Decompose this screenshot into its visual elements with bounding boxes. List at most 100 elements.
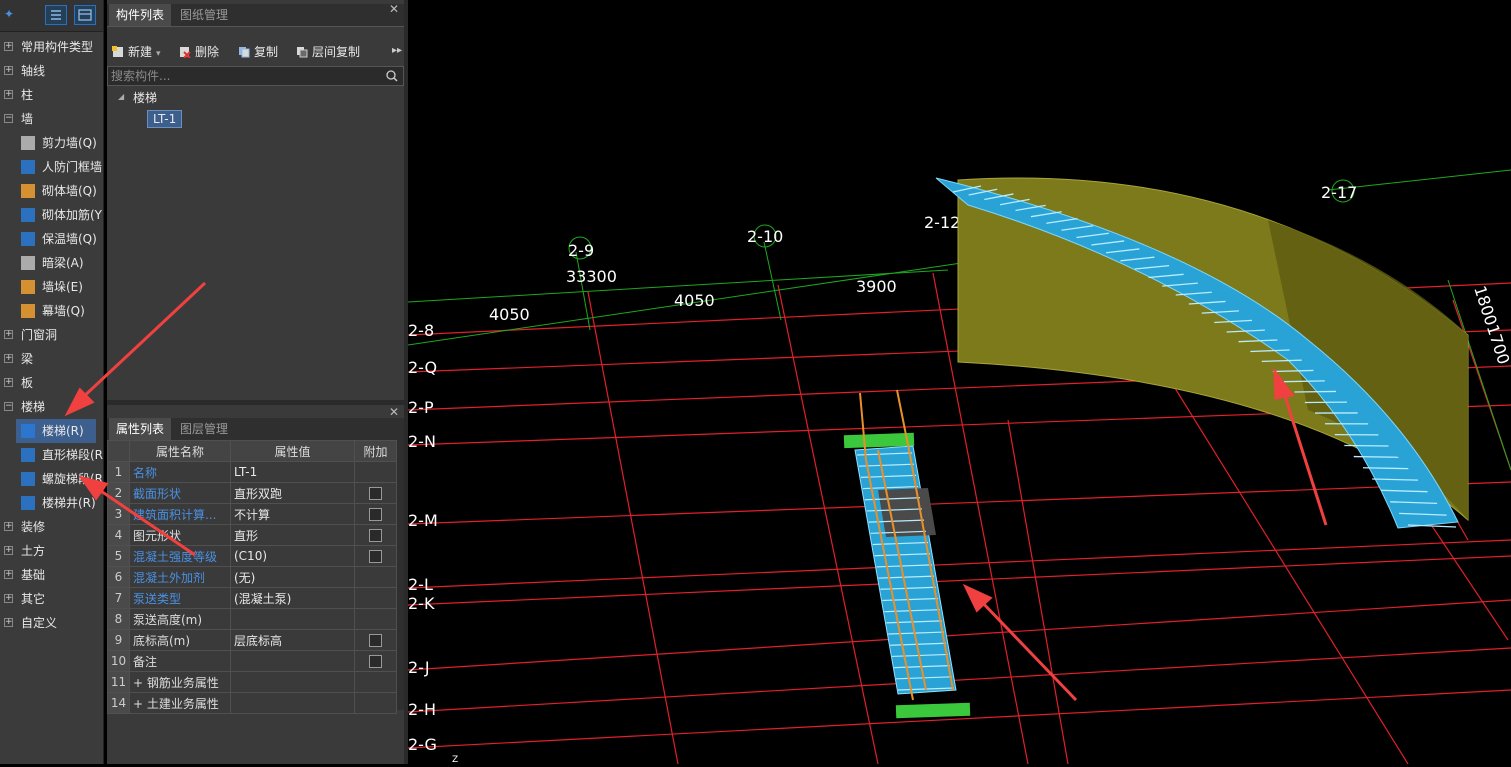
extra-checkbox[interactable] <box>369 529 382 542</box>
property-value[interactable] <box>231 672 355 693</box>
tree-category[interactable]: +土方 <box>0 539 103 563</box>
tree-item[interactable]: 楼梯(R) <box>16 419 96 443</box>
component-item-lt1[interactable]: LT-1 <box>147 110 182 128</box>
property-row[interactable]: 2截面形状直形双跑 <box>108 483 397 504</box>
property-row[interactable]: 4图元形状直形 <box>108 525 397 546</box>
tree-category[interactable]: +轴线 <box>0 59 103 83</box>
tree-category[interactable]: +装修 <box>0 515 103 539</box>
tree-item[interactable]: 螺旋梯段(R <box>0 467 103 491</box>
property-value[interactable] <box>231 609 355 630</box>
axis-label-2-G: 2-G <box>408 735 437 754</box>
extra-checkbox[interactable] <box>369 550 382 563</box>
model-canvas[interactable]: 2-9 2-10 2-12 2-17 33300 4050 4050 3900 … <box>408 0 1511 764</box>
delete-button[interactable]: 删除 <box>179 40 219 64</box>
tab-property-list[interactable]: 属性列表 <box>109 418 171 440</box>
property-extra <box>355 504 397 525</box>
extra-checkbox[interactable] <box>369 655 382 668</box>
panel-view-icon[interactable] <box>74 5 96 25</box>
expand-icon[interactable]: + <box>4 522 13 531</box>
property-value[interactable]: (无) <box>231 567 355 588</box>
property-value[interactable]: (C10) <box>231 546 355 567</box>
floor-copy-button[interactable]: 层间复制 <box>296 40 360 64</box>
left-axis-labels: 2-8 2-Q 2-P 2-N 2-M 2-L 2-K 2-J 2-H 2-G <box>408 321 438 754</box>
tree-category[interactable]: +门窗洞 <box>0 323 103 347</box>
expand-icon[interactable]: + <box>4 330 13 339</box>
dimension-33300: 33300 <box>566 267 617 286</box>
new-button[interactable]: 新建▾ <box>112 40 161 64</box>
expand-icon[interactable]: + <box>4 90 13 99</box>
tree-category[interactable]: +其它 <box>0 587 103 611</box>
property-row[interactable]: 8泵送高度(m) <box>108 609 397 630</box>
tree-item[interactable]: 砌体加筋(Y <box>0 203 103 227</box>
collapse-icon[interactable]: − <box>4 402 13 411</box>
extra-checkbox[interactable] <box>369 508 382 521</box>
tree-item-label: 螺旋梯段(R <box>42 467 103 491</box>
property-value[interactable]: LT-1 <box>231 462 355 483</box>
tree-category[interactable]: +常用构件类型 <box>0 35 103 59</box>
3d-viewport[interactable]: 2-9 2-10 2-12 2-17 33300 4050 4050 3900 … <box>408 0 1511 764</box>
expand-icon[interactable]: + <box>4 594 13 603</box>
property-row[interactable]: 9底标高(m)层底标高 <box>108 630 397 651</box>
expand-icon[interactable]: + <box>4 546 13 555</box>
expand-icon[interactable]: + <box>4 42 13 51</box>
tree-item[interactable]: 直形梯段(R <box>0 443 103 467</box>
expand-icon[interactable]: + <box>4 618 13 627</box>
tab-layer-management[interactable]: 图层管理 <box>173 418 235 440</box>
tree-category[interactable]: −楼梯 <box>0 395 103 419</box>
tree-category[interactable]: +梁 <box>0 347 103 371</box>
property-row[interactable]: 11+ 钢筋业务属性 <box>108 672 397 693</box>
property-row[interactable]: 10备注 <box>108 651 397 672</box>
sparkle-icon[interactable]: ✦ <box>4 7 14 21</box>
property-value[interactable]: 直形双跑 <box>231 483 355 504</box>
tab-drawing-management[interactable]: 图纸管理 <box>173 4 235 26</box>
tree-category[interactable]: −墙 <box>0 107 103 131</box>
property-value[interactable]: (混凝土泵) <box>231 588 355 609</box>
property-row[interactable]: 1名称LT-1 <box>108 462 397 483</box>
copy-button[interactable]: 复制 <box>238 40 278 64</box>
axis-label-2-J: 2-J <box>408 658 430 677</box>
component-type-icon <box>21 472 35 486</box>
collapse-triangle-icon[interactable]: ◢ <box>118 92 124 101</box>
tree-item[interactable]: 幕墙(Q) <box>0 299 103 323</box>
tree-item[interactable]: 暗梁(A) <box>0 251 103 275</box>
copy-icon <box>238 46 250 58</box>
tree-item[interactable]: 剪力墙(Q) <box>0 131 103 155</box>
property-value[interactable]: 直形 <box>231 525 355 546</box>
close-icon[interactable]: ✕ <box>389 2 399 16</box>
panel-splitter[interactable] <box>107 400 404 405</box>
tree-category[interactable]: +自定义 <box>0 611 103 635</box>
tree-category[interactable]: +板 <box>0 371 103 395</box>
expand-icon[interactable]: + <box>4 354 13 363</box>
property-value[interactable] <box>231 693 355 714</box>
tree-category[interactable]: +柱 <box>0 83 103 107</box>
property-row[interactable]: 6混凝土外加剂(无) <box>108 567 397 588</box>
property-value[interactable]: 层底标高 <box>231 630 355 651</box>
close-icon[interactable]: ✕ <box>389 405 399 419</box>
tree-item[interactable]: 人防门框墙 <box>0 155 103 179</box>
property-header-row: 属性名称 属性值 附加 <box>108 441 397 462</box>
property-row[interactable]: 7泵送类型(混凝土泵) <box>108 588 397 609</box>
expand-icon[interactable]: + <box>4 66 13 75</box>
list-view-icon[interactable] <box>45 5 67 25</box>
tree-item[interactable]: 楼梯井(R) <box>0 491 103 515</box>
tree-category[interactable]: +基础 <box>0 563 103 587</box>
property-value[interactable] <box>231 651 355 672</box>
straight-stair[interactable] <box>844 390 970 718</box>
property-scroll-gutter[interactable] <box>397 440 404 710</box>
tree-item[interactable]: 保温墙(Q) <box>0 227 103 251</box>
extra-checkbox[interactable] <box>369 487 382 500</box>
extra-checkbox[interactable] <box>369 634 382 647</box>
more-chevron-icon[interactable]: ▸▸ <box>392 45 402 56</box>
tree-item[interactable]: 砌体墙(Q) <box>0 179 103 203</box>
tab-component-list[interactable]: 构件列表 <box>109 4 171 26</box>
component-search-input[interactable]: 搜索构件... <box>107 66 404 86</box>
search-icon[interactable] <box>386 70 398 82</box>
property-row[interactable]: 3建筑面积计算...不计算 <box>108 504 397 525</box>
expand-icon[interactable]: + <box>4 378 13 387</box>
property-row[interactable]: 5混凝土强度等级(C10) <box>108 546 397 567</box>
property-value[interactable]: 不计算 <box>231 504 355 525</box>
tree-item[interactable]: 墙垛(E) <box>0 275 103 299</box>
expand-icon[interactable]: + <box>4 570 13 579</box>
property-row[interactable]: 14+ 土建业务属性 <box>108 693 397 714</box>
collapse-icon[interactable]: − <box>4 114 13 123</box>
